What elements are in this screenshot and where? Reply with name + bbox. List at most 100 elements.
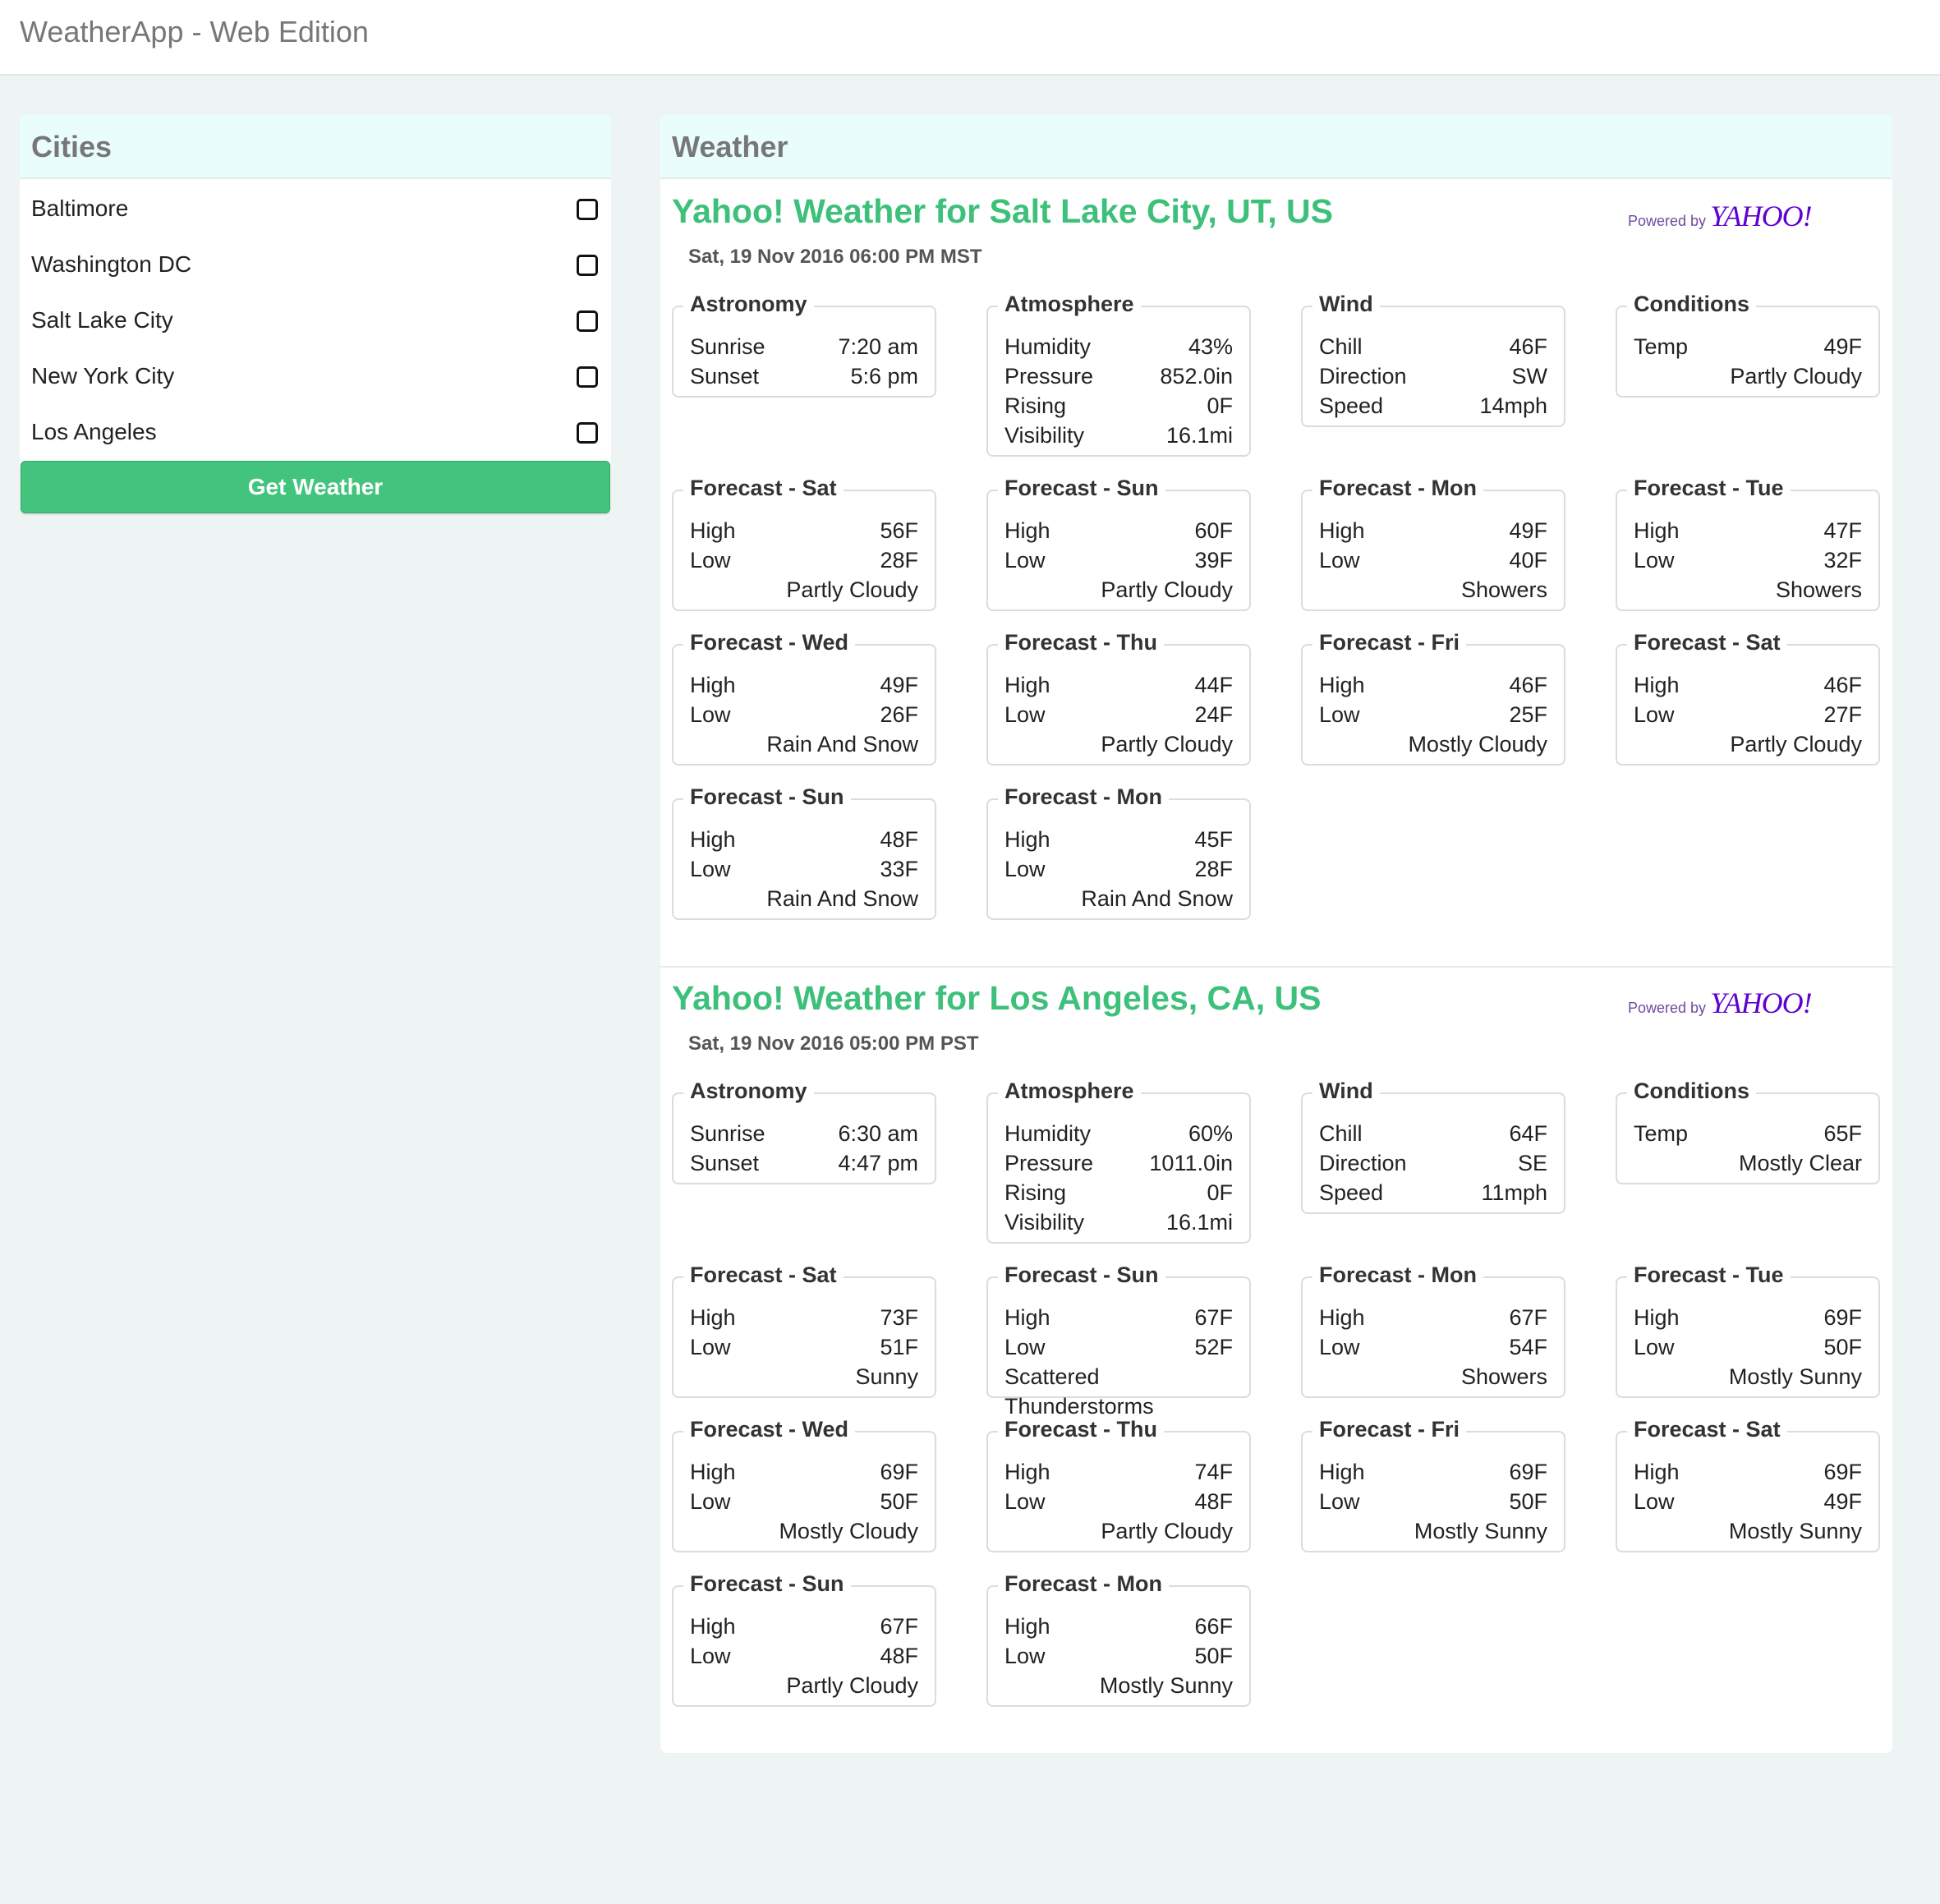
- city-checkbox-baltimore[interactable]: [577, 199, 598, 220]
- forecast-high-row: High 67F: [690, 1612, 918, 1641]
- forecast-card: Forecast - Wed High 69F Low 50F Mostly Cloudy: [672, 1417, 936, 1552]
- forecast-low-label: Low: [1634, 1489, 1675, 1514]
- forecast-card: Forecast - Sun High 67F Low 48F Partly Cloudy: [672, 1571, 936, 1707]
- city-row-baltimore[interactable]: Baltimore: [20, 181, 611, 237]
- forecast-low-row: Low 50F: [1004, 1641, 1233, 1671]
- forecast-high-row: High 46F: [1634, 670, 1862, 700]
- conditions-card: Conditions Temp 49F Partly Cloudy: [1616, 292, 1880, 398]
- forecast-high-row: High 67F: [1319, 1303, 1547, 1332]
- get-weather-button[interactable]: Get Weather: [21, 461, 610, 513]
- humidity-row: Humidity 43%: [1004, 332, 1233, 361]
- pressure-value: 1011.0in: [1149, 1151, 1233, 1175]
- city-row-los-angeles[interactable]: Los Angeles: [20, 404, 611, 460]
- forecast-text: Partly Cloudy: [1730, 732, 1862, 757]
- forecast-low-row: Low 28F: [1004, 854, 1233, 884]
- wind-speed-label: Speed: [1319, 1180, 1384, 1205]
- forecast-high-row: High 69F: [1634, 1303, 1862, 1332]
- forecast-high-row: High 60F: [1004, 516, 1233, 545]
- forecast-high-row: High 44F: [1004, 670, 1233, 700]
- humidity-label: Humidity: [1004, 1121, 1092, 1146]
- forecast-card: Forecast - Sat High 56F Low 28F Partly Cloudy: [672, 476, 936, 611]
- forecast-text: Mostly Cloudy: [779, 1519, 918, 1543]
- sunrise-value: 6:30 am: [838, 1121, 918, 1146]
- forecast-high-row: High 47F: [1634, 516, 1862, 545]
- forecast-high-label: High: [690, 1460, 736, 1484]
- forecast-card: Forecast - Mon High 49F Low 40F Showers: [1301, 476, 1565, 611]
- sunset-value: 4:47 pm: [838, 1151, 918, 1175]
- city-label: Baltimore: [31, 195, 129, 221]
- forecast-title: Forecast - Thu: [998, 1417, 1165, 1442]
- forecast-high-value: 69F: [1823, 1460, 1862, 1484]
- forecast-high-value: 74F: [1194, 1460, 1233, 1484]
- top-bar: WeatherApp - Web Edition: [0, 0, 1940, 76]
- astronomy-title: Astronomy: [683, 292, 814, 317]
- forecast-high-value: 69F: [1823, 1305, 1862, 1330]
- wind-speed-value: 14mph: [1479, 393, 1547, 418]
- atmosphere-card: Atmosphere Humidity 43% Pressure 852.0in Risi…: [986, 292, 1251, 457]
- forecast-low-label: Low: [1634, 702, 1675, 727]
- forecast-card: Forecast - Sat High 46F Low 27F Partly Cloudy: [1616, 630, 1880, 766]
- city-row-washington-dc[interactable]: Washington DC: [20, 237, 611, 292]
- forecast-title: Forecast - Fri: [1312, 1417, 1467, 1442]
- wind-speed-value: 11mph: [1481, 1180, 1547, 1205]
- forecast-high-value: 45F: [1194, 827, 1233, 852]
- forecast-high-row: High 56F: [690, 516, 918, 545]
- forecast-high-row: High 46F: [1319, 670, 1547, 700]
- forecast-high-label: High: [690, 673, 736, 697]
- report-title: Yahoo! Weather for Los Angeles, CA, US: [672, 979, 1322, 1017]
- city-checkbox-washington-dc[interactable]: [577, 255, 598, 276]
- forecast-card: Forecast - Sun High 60F Low 39F Partly Cloudy: [986, 476, 1251, 611]
- sunset-row: Sunset 5:6 pm: [690, 361, 918, 391]
- report-title: Yahoo! Weather for Salt Lake City, UT, U…: [672, 192, 1333, 230]
- forecast-title: Forecast - Tue: [1627, 1262, 1791, 1288]
- forecast-high-label: High: [1004, 518, 1050, 543]
- forecast-low-label: Low: [690, 548, 731, 573]
- atmosphere-title: Atmosphere: [998, 1078, 1141, 1104]
- forecast-title: Forecast - Mon: [998, 1571, 1170, 1597]
- pressure-label: Pressure: [1004, 364, 1094, 389]
- wind-direction-label: Direction: [1319, 364, 1407, 389]
- forecast-low-value: 25F: [1509, 702, 1547, 727]
- forecast-card: Forecast - Sat High 73F Low 51F Sunny: [672, 1262, 936, 1398]
- wind-card: Wind Chill 46F Direction SW Speed 14mph: [1301, 292, 1565, 427]
- forecast-low-row: Low 24F: [1004, 700, 1233, 729]
- forecast-low-label: Low: [1319, 548, 1360, 573]
- city-checkbox-los-angeles[interactable]: [577, 422, 598, 444]
- forecast-text: Mostly Sunny: [1728, 1519, 1862, 1543]
- astronomy-card: Astronomy Sunrise 6:30 am Sunset 4:47 pm: [672, 1078, 936, 1184]
- forecast-low-label: Low: [1004, 1335, 1046, 1359]
- forecast-card: Forecast - Sat High 69F Low 49F Mostly Sunny: [1616, 1417, 1880, 1552]
- wind-chill-label: Chill: [1319, 1121, 1363, 1146]
- city-row-salt-lake-city[interactable]: Salt Lake City: [20, 292, 611, 348]
- sunrise-row: Sunrise 7:20 am: [690, 332, 918, 361]
- forecast-title: Forecast - Sat: [1627, 630, 1787, 655]
- forecast-low-row: Low 50F: [1634, 1332, 1862, 1362]
- forecast-low-label: Low: [690, 857, 731, 881]
- rising-row: Rising 0F: [1004, 391, 1233, 421]
- city-checkbox-new-york-city[interactable]: [577, 366, 598, 388]
- forecast-high-value: 66F: [1194, 1614, 1233, 1639]
- humidity-row: Humidity 60%: [1004, 1119, 1233, 1148]
- city-label: Washington DC: [31, 251, 192, 277]
- forecast-title: Forecast - Mon: [1312, 1262, 1484, 1288]
- city-row-new-york-city[interactable]: New York City: [20, 348, 611, 404]
- forecast-card: Forecast - Wed High 49F Low 26F Rain And Snow: [672, 630, 936, 766]
- powered-by-yahoo-logo: Powered by YAHOO!: [1628, 986, 1813, 1020]
- forecast-low-row: Low 25F: [1319, 700, 1547, 729]
- forecast-title: Forecast - Sun: [683, 1571, 851, 1597]
- forecast-low-value: 48F: [1194, 1489, 1233, 1514]
- forecast-high-label: High: [690, 518, 736, 543]
- forecast-low-label: Low: [1319, 1489, 1360, 1514]
- forecast-high-value: 47F: [1823, 518, 1862, 543]
- forecast-low-row: Low 33F: [690, 854, 918, 884]
- forecast-low-value: 49F: [1823, 1489, 1862, 1514]
- astronomy-card: Astronomy Sunrise 7:20 am Sunset 5:6 pm: [672, 292, 936, 398]
- forecast-high-row: High 49F: [1319, 516, 1547, 545]
- wind-chill-value: 64F: [1509, 1121, 1547, 1146]
- city-checkbox-salt-lake-city[interactable]: [577, 310, 598, 332]
- forecast-text: Mostly Sunny: [1099, 1673, 1233, 1698]
- forecast-low-label: Low: [1004, 548, 1046, 573]
- pressure-row: Pressure 1011.0in: [1004, 1148, 1233, 1178]
- forecast-title: Forecast - Sat: [683, 1262, 844, 1288]
- forecast-low-value: 50F: [1823, 1335, 1862, 1359]
